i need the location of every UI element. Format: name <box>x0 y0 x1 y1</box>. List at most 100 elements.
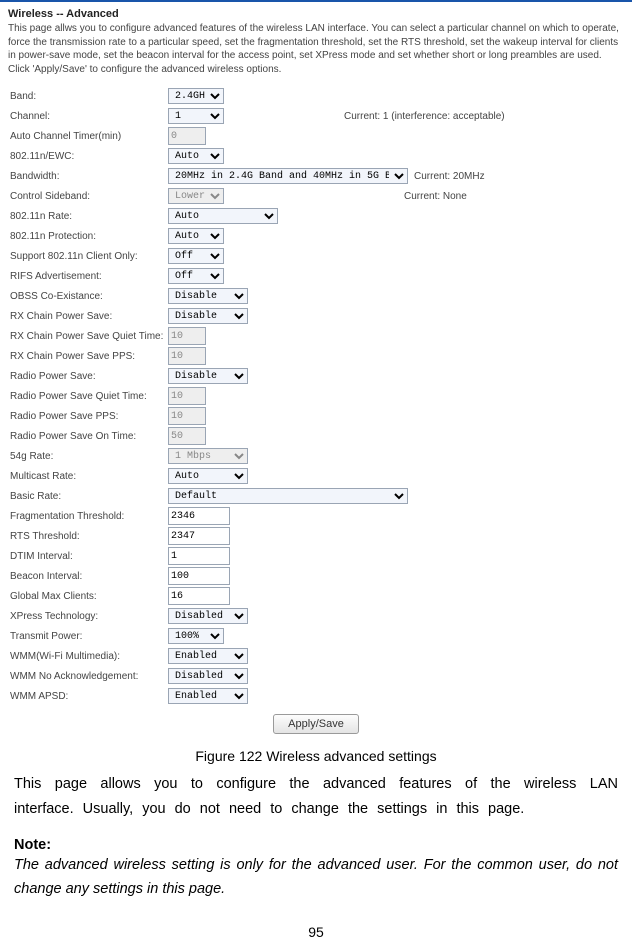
input-rxpps[interactable] <box>168 347 206 365</box>
label-xpress: XPress Technology: <box>8 611 168 622</box>
label-rxchain: RX Chain Power Save: <box>8 311 168 322</box>
input-autochtimer[interactable] <box>168 127 206 145</box>
row-multicast: Multicast Rate: Auto <box>8 466 624 486</box>
label-radiopps: Radio Power Save PPS: <box>8 411 168 422</box>
select-nrate[interactable]: Auto <box>168 208 278 224</box>
select-xpress[interactable]: Disabled <box>168 608 248 624</box>
row-dtim: DTIM Interval: <box>8 546 624 566</box>
row-rifs: RIFS Advertisement: Off <box>8 266 624 286</box>
input-rts[interactable] <box>168 527 230 545</box>
row-autochtimer: Auto Channel Timer(min) <box>8 126 624 146</box>
input-radiopps[interactable] <box>168 407 206 425</box>
channel-current-text: Current: 1 (interference: acceptable) <box>224 111 505 122</box>
row-txpower: Transmit Power: 100% <box>8 626 624 646</box>
select-bandwidth[interactable]: 20MHz in 2.4G Band and 40MHz in 5G Band <box>168 168 408 184</box>
row-frag: Fragmentation Threshold: <box>8 506 624 526</box>
panel-intro: This page allws you to configure advance… <box>8 22 624 76</box>
select-txpower[interactable]: 100% <box>168 628 224 644</box>
label-rifs: RIFS Advertisement: <box>8 271 168 282</box>
select-ewc[interactable]: Auto <box>168 148 224 164</box>
row-ewc: 802.11n/EWC: Auto <box>8 146 624 166</box>
row-obss: OBSS Co-Existance: Disable <box>8 286 624 306</box>
label-beacon: Beacon Interval: <box>8 571 168 582</box>
select-obss[interactable]: Disable <box>168 288 248 304</box>
row-nclientonly: Support 802.11n Client Only: Off <box>8 246 624 266</box>
label-ewc: 802.11n/EWC: <box>8 151 168 162</box>
select-wmm[interactable]: Enabled <box>168 648 248 664</box>
label-radiopsq: Radio Power Save Quiet Time: <box>8 391 168 402</box>
select-sideband[interactable]: Lower <box>168 188 224 204</box>
row-radiopsq: Radio Power Save Quiet Time: <box>8 386 624 406</box>
page-number: 95 <box>0 924 632 950</box>
bandwidth-current-text: Current: 20MHz <box>408 171 485 182</box>
row-rxchain: RX Chain Power Save: Disable <box>8 306 624 326</box>
label-channel: Channel: <box>8 111 168 122</box>
label-obss: OBSS Co-Existance: <box>8 291 168 302</box>
row-bandwidth: Bandwidth: 20MHz in 2.4G Band and 40MHz … <box>8 166 624 186</box>
row-maxcli: Global Max Clients: <box>8 586 624 606</box>
label-radiops: Radio Power Save: <box>8 371 168 382</box>
label-txpower: Transmit Power: <box>8 631 168 642</box>
select-radiops[interactable]: Disable <box>168 368 248 384</box>
row-xpress: XPress Technology: Disabled <box>8 606 624 626</box>
label-nrate: 802.11n Rate: <box>8 211 168 222</box>
input-rxquiet[interactable] <box>168 327 206 345</box>
row-rxquiet: RX Chain Power Save Quiet Time: <box>8 326 624 346</box>
row-nprot: 802.11n Protection: Auto <box>8 226 624 246</box>
select-rifs[interactable]: Off <box>168 268 224 284</box>
label-wmmnoack: WMM No Acknowledgement: <box>8 671 168 682</box>
row-wmmnoack: WMM No Acknowledgement: Disabled <box>8 666 624 686</box>
row-nrate: 802.11n Rate: Auto <box>8 206 624 226</box>
label-autochtimer: Auto Channel Timer(min) <box>8 131 168 142</box>
label-rts: RTS Threshold: <box>8 531 168 542</box>
label-wmmapsd: WMM APSD: <box>8 691 168 702</box>
row-basic: Basic Rate: Default <box>8 486 624 506</box>
row-radiops: Radio Power Save: Disable <box>8 366 624 386</box>
router-settings-screenshot: Wireless -- Advanced This page allws you… <box>0 0 632 742</box>
select-multicast[interactable]: Auto <box>168 468 248 484</box>
select-rxchain[interactable]: Disable <box>168 308 248 324</box>
input-radioon[interactable] <box>168 427 206 445</box>
label-nclientonly: Support 802.11n Client Only: <box>8 251 168 262</box>
select-nprot[interactable]: Auto <box>168 228 224 244</box>
label-nprot: 802.11n Protection: <box>8 231 168 242</box>
note-heading: Note: <box>0 837 632 853</box>
row-radiopps: Radio Power Save PPS: <box>8 406 624 426</box>
row-radioon: Radio Power Save On Time: <box>8 426 624 446</box>
row-s4g: 54g Rate: 1 Mbps <box>8 446 624 466</box>
label-basic: Basic Rate: <box>8 491 168 502</box>
row-wmmapsd: WMM APSD: Enabled <box>8 686 624 706</box>
panel-title: Wireless -- Advanced <box>8 8 624 20</box>
label-radioon: Radio Power Save On Time: <box>8 431 168 442</box>
row-band: Band: 2.4GHz <box>8 86 624 106</box>
row-sideband: Control Sideband: Lower Current: None <box>8 186 624 206</box>
figure-caption: Figure 122 Wireless advanced settings <box>0 748 632 764</box>
select-basic[interactable]: Default <box>168 488 408 504</box>
label-dtim: DTIM Interval: <box>8 551 168 562</box>
apply-save-button[interactable]: Apply/Save <box>273 714 359 734</box>
select-s4g[interactable]: 1 Mbps <box>168 448 248 464</box>
select-nclientonly[interactable]: Off <box>168 248 224 264</box>
input-frag[interactable] <box>168 507 230 525</box>
input-beacon[interactable] <box>168 567 230 585</box>
label-sideband: Control Sideband: <box>8 191 168 202</box>
select-wmmapsd[interactable]: Enabled <box>168 688 248 704</box>
label-rxquiet: RX Chain Power Save Quiet Time: <box>8 331 168 342</box>
input-maxcli[interactable] <box>168 587 230 605</box>
body-paragraph: This page allows you to configure the ad… <box>0 772 632 823</box>
row-wmm: WMM(Wi-Fi Multimedia): Enabled <box>8 646 624 666</box>
label-bandwidth: Bandwidth: <box>8 171 168 182</box>
row-beacon: Beacon Interval: <box>8 566 624 586</box>
note-body: The advanced wireless setting is only fo… <box>0 853 632 902</box>
row-channel: Channel: 1 Current: 1 (interference: acc… <box>8 106 624 126</box>
row-rts: RTS Threshold: <box>8 526 624 546</box>
input-radiopsq[interactable] <box>168 387 206 405</box>
label-wmm: WMM(Wi-Fi Multimedia): <box>8 651 168 662</box>
select-wmmnoack[interactable]: Disabled <box>168 668 248 684</box>
select-band[interactable]: 2.4GHz <box>168 88 224 104</box>
sideband-current-text: Current: None <box>224 191 467 202</box>
button-row: Apply/Save <box>8 706 624 738</box>
input-dtim[interactable] <box>168 547 230 565</box>
select-channel[interactable]: 1 <box>168 108 224 124</box>
label-band: Band: <box>8 91 168 102</box>
